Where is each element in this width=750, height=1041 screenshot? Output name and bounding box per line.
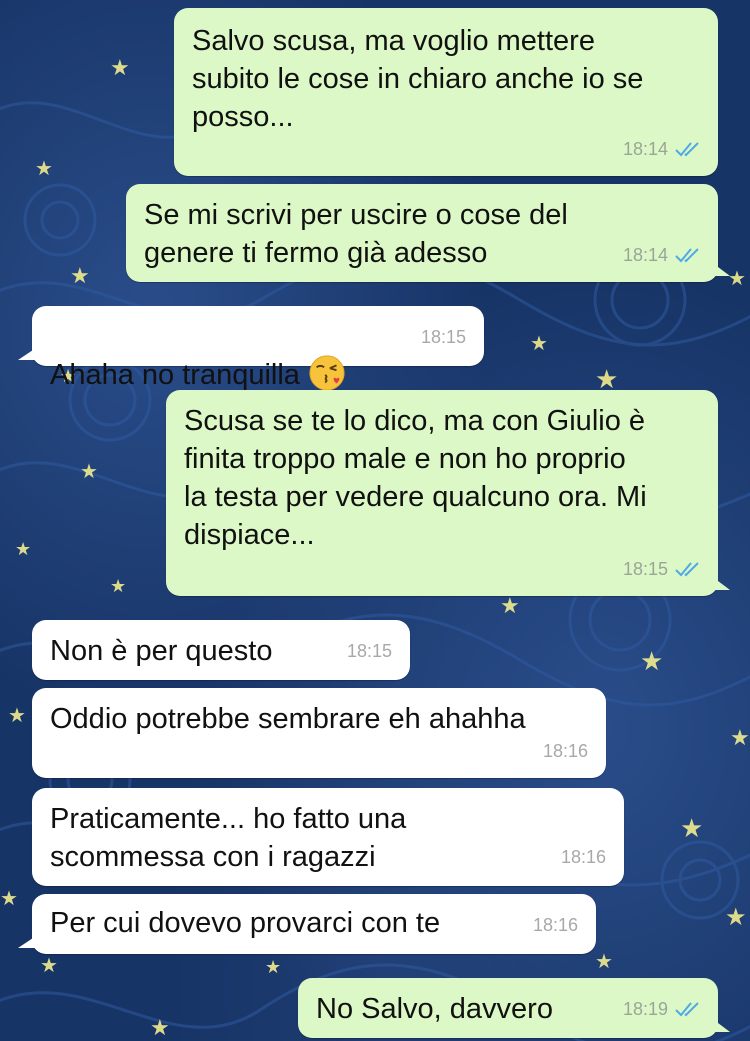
read-receipt-icon <box>675 562 699 577</box>
message-bubble-outgoing[interactable]: Salvo scusa, ma voglio mettere subito le… <box>174 8 718 176</box>
svg-text:★: ★ <box>730 726 750 751</box>
svg-text:★: ★ <box>728 266 746 290</box>
message-bubble-incoming[interactable]: Ahaha no tranquilla 18:15 <box>18 306 484 391</box>
bubble-tail <box>714 578 730 590</box>
message-meta: 18:15 <box>421 318 466 356</box>
message-meta: 18:15 <box>347 632 392 670</box>
message-time: 18:14 <box>622 139 668 159</box>
bubble-tail <box>714 1020 730 1032</box>
svg-text:★: ★ <box>680 814 703 844</box>
read-receipt-icon <box>675 248 699 263</box>
message-meta: 18:16 <box>561 838 606 876</box>
message-bubble-incoming[interactable]: Praticamente... ho fatto una scommessa c… <box>32 788 624 886</box>
message-bubble-outgoing[interactable]: Se mi scrivi per uscire o cose del gener… <box>126 184 730 282</box>
message-text: Oddio potrebbe sembrare eh ahahha <box>50 703 526 735</box>
svg-text:★: ★ <box>40 953 58 977</box>
message-time: 18:16 <box>542 741 588 761</box>
svg-text:★: ★ <box>15 539 31 560</box>
message-time: 18:16 <box>560 847 606 867</box>
message-text: No Salvo, davvero <box>316 993 553 1025</box>
message-meta: 18:16 <box>543 732 588 770</box>
bubble-tail <box>714 264 730 276</box>
message-bubble-outgoing[interactable]: No Salvo, davvero 18:19 <box>298 978 730 1038</box>
message-meta: 18:14 <box>623 236 704 274</box>
message-bubble-incoming[interactable]: Oddio potrebbe sembrare eh ahahha 18:16 <box>32 688 606 778</box>
message-time: 18:16 <box>532 915 578 935</box>
face-throwing-kiss-emoji <box>309 355 345 391</box>
svg-text:★: ★ <box>725 903 747 931</box>
svg-text:★: ★ <box>110 56 130 81</box>
message-text: Praticamente... ho fatto una scommessa c… <box>50 803 407 873</box>
message-bubble-outgoing[interactable]: Scusa se te lo dico, ma con Giulio è fin… <box>166 390 730 596</box>
message-text: Per cui dovevo provarci con te <box>50 907 441 939</box>
svg-text:★: ★ <box>35 156 53 180</box>
message-text: Se mi scrivi per uscire o cose del gener… <box>144 199 568 269</box>
read-receipt-icon <box>675 142 699 157</box>
svg-text:★: ★ <box>595 949 613 973</box>
message-time: 18:15 <box>346 641 392 661</box>
svg-text:★: ★ <box>150 1016 170 1041</box>
svg-text:★: ★ <box>70 264 90 289</box>
message-text: Scusa se te lo dico, ma con Giulio è fin… <box>184 405 647 551</box>
svg-text:★: ★ <box>500 594 520 619</box>
message-meta: 18:15 <box>623 550 704 588</box>
message-time: 18:15 <box>622 559 668 579</box>
message-time: 18:14 <box>622 245 668 265</box>
message-text-content: Ahaha no tranquilla <box>50 359 300 391</box>
read-receipt-icon <box>675 1002 699 1017</box>
message-meta: 18:14 <box>623 130 704 168</box>
svg-text:★: ★ <box>80 459 98 483</box>
message-time: 18:15 <box>420 327 466 347</box>
bubble-tail <box>18 936 36 948</box>
svg-text:★: ★ <box>530 331 548 355</box>
message-bubble-incoming[interactable]: Non è per questo 18:15 <box>32 620 410 680</box>
message-meta: 18:16 <box>533 906 578 944</box>
message-bubble-incoming[interactable]: Per cui dovevo provarci con te 18:16 <box>18 894 596 954</box>
svg-text:★: ★ <box>8 703 26 727</box>
message-text: Salvo scusa, ma voglio mettere subito le… <box>192 25 644 133</box>
svg-text:★: ★ <box>110 576 126 597</box>
svg-text:★: ★ <box>640 647 663 677</box>
svg-text:★: ★ <box>265 957 281 978</box>
bubble-tail <box>18 348 36 360</box>
message-time: 18:19 <box>622 999 668 1019</box>
message-text: Ahaha no tranquilla <box>50 318 346 394</box>
message-meta: 18:19 <box>623 990 704 1028</box>
svg-text:★: ★ <box>0 886 18 910</box>
message-text: Non è per questo <box>50 635 273 667</box>
